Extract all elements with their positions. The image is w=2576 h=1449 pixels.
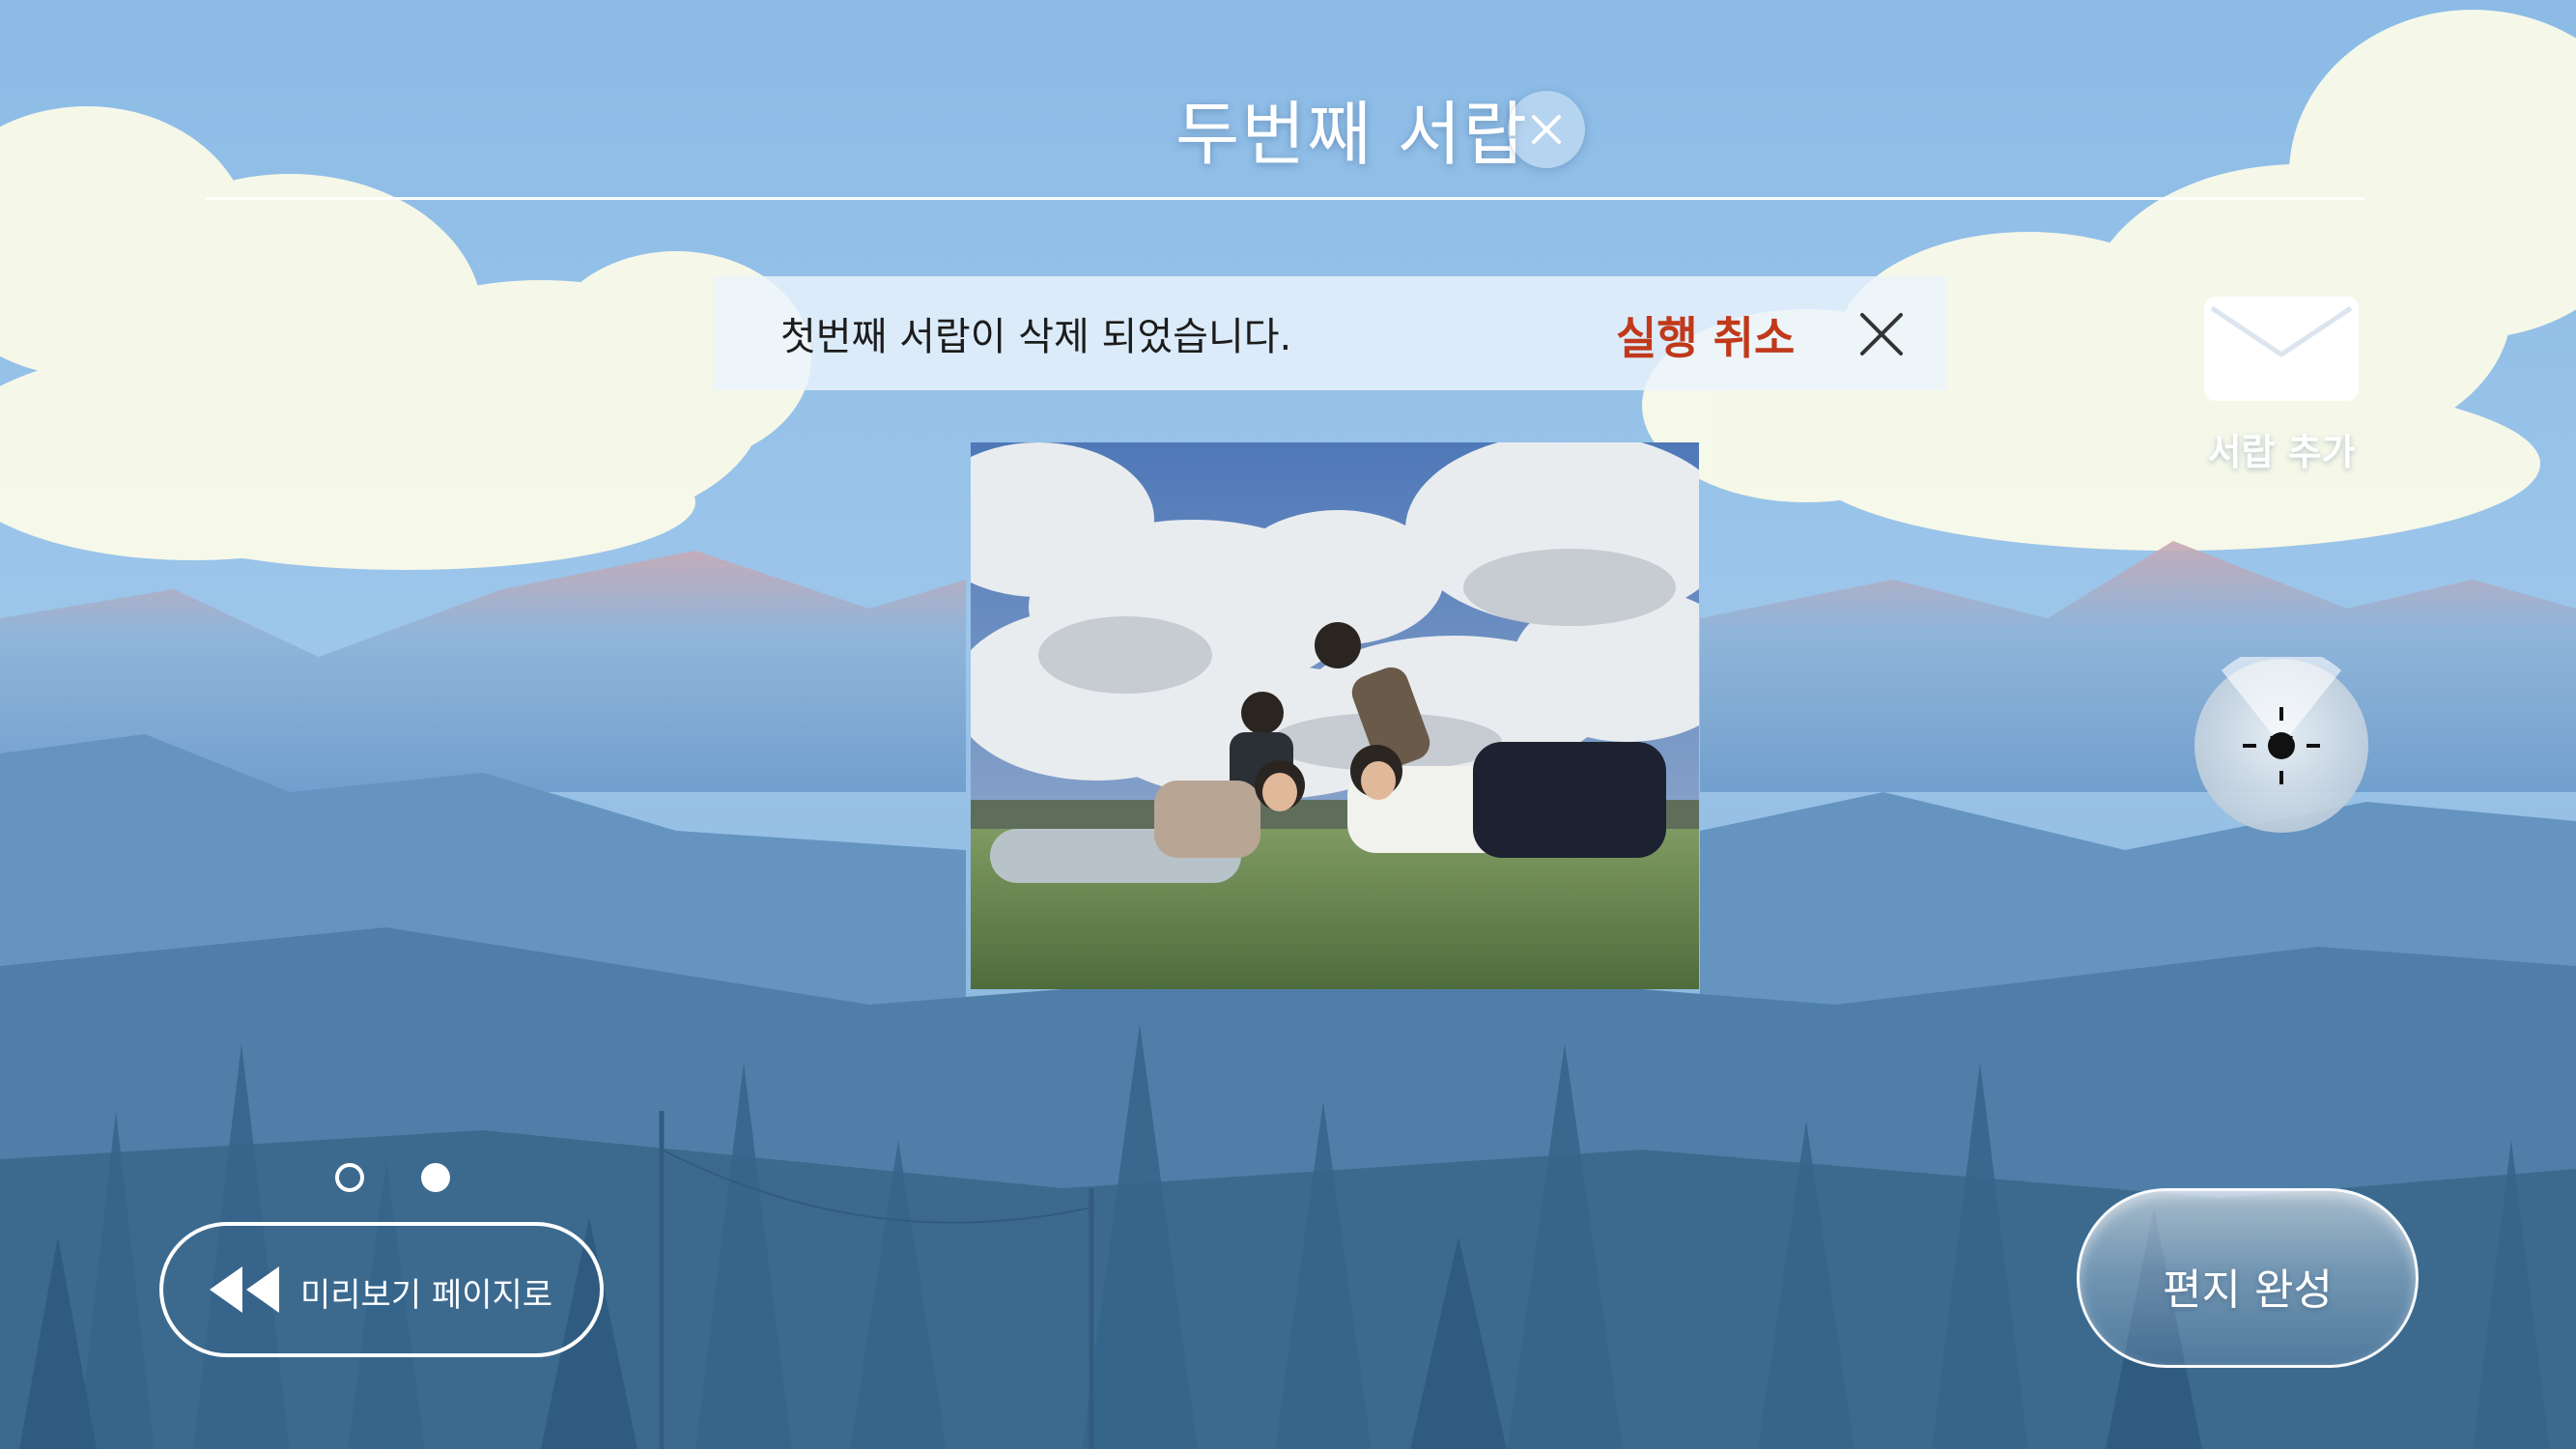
snackbar-close-button[interactable] — [1853, 305, 1911, 363]
page-dot-1[interactable] — [335, 1163, 364, 1192]
page-dot-2-active[interactable] — [421, 1163, 450, 1192]
back-button-label: 미리보기 페이지로 — [300, 1276, 553, 1315]
title-divider — [205, 197, 2364, 200]
group-photo-image — [971, 442, 1699, 989]
envelope-icon — [2204, 297, 2359, 401]
undo-button[interactable]: 실행 취소 — [1616, 303, 1795, 367]
drawer-photo[interactable] — [971, 442, 1699, 989]
rewind-icon — [210, 1266, 279, 1313]
back-to-preview-button[interactable]: 미리보기 페이지로 — [159, 1222, 604, 1357]
clock-light-icon — [2194, 646, 2368, 833]
tool-button[interactable] — [2193, 646, 2370, 835]
finish-letter-button[interactable]: 편지 완성 — [2077, 1188, 2419, 1368]
title-close-button[interactable] — [1508, 91, 1585, 168]
finish-button-label: 편지 완성 — [2163, 1265, 2333, 1315]
snackbar: 첫번째 서랍이 삭제 되었습니다. 실행 취소 — [713, 276, 1947, 390]
snackbar-message: 첫번째 서랍이 삭제 되었습니다. — [780, 315, 1292, 359]
close-icon — [1860, 313, 1903, 355]
add-drawer-label: 서랍 추가 — [2207, 431, 2356, 473]
close-icon — [1532, 115, 1561, 144]
add-drawer-button[interactable]: 서랍 추가 — [2200, 295, 2363, 473]
